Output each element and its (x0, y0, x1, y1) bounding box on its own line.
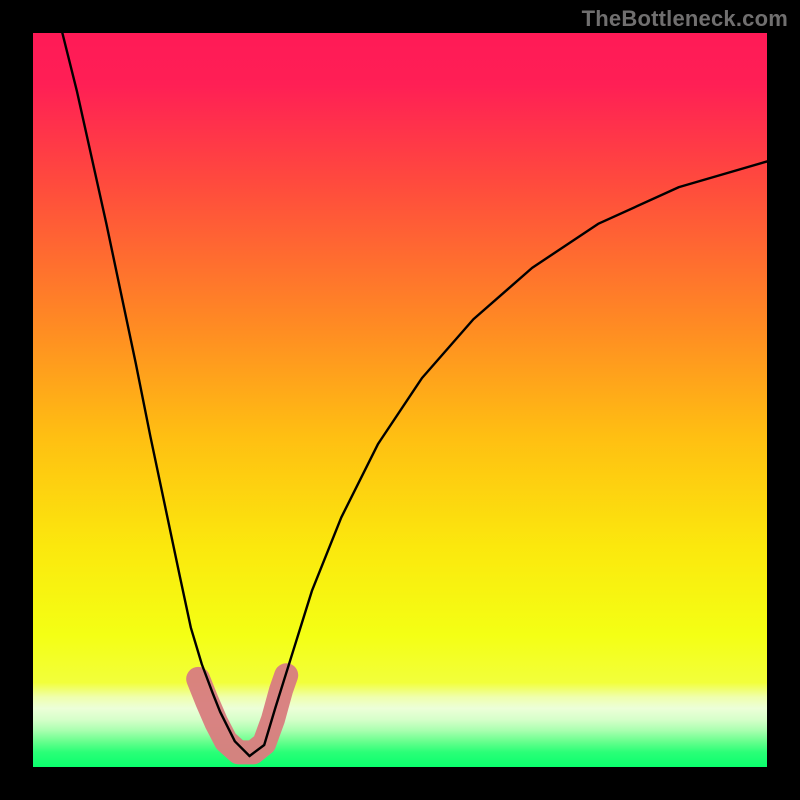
bottleneck-curve (33, 33, 767, 767)
plot-area (33, 33, 767, 767)
site-watermark: TheBottleneck.com (582, 6, 788, 32)
chart-container: TheBottleneck.com (0, 0, 800, 800)
